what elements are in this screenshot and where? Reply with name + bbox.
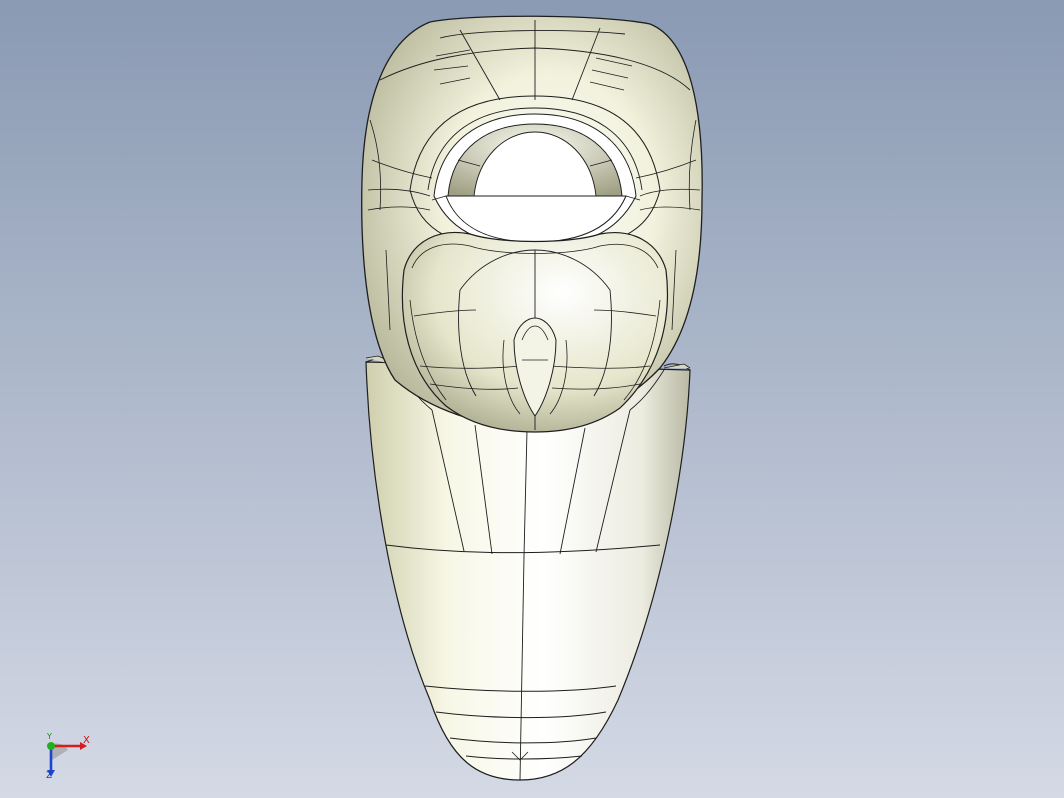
head-part[interactable] — [361, 15, 703, 433]
coordinate-triad: X Y Z — [40, 732, 100, 788]
triad-y-label: Y — [47, 732, 52, 741]
y-axis-dot — [47, 742, 55, 750]
triad-x-label: X — [83, 735, 90, 746]
triad-z-label: Z — [46, 771, 53, 781]
model-view[interactable] — [0, 0, 1064, 798]
graphics-viewport[interactable]: X Y Z — [0, 0, 1064, 798]
